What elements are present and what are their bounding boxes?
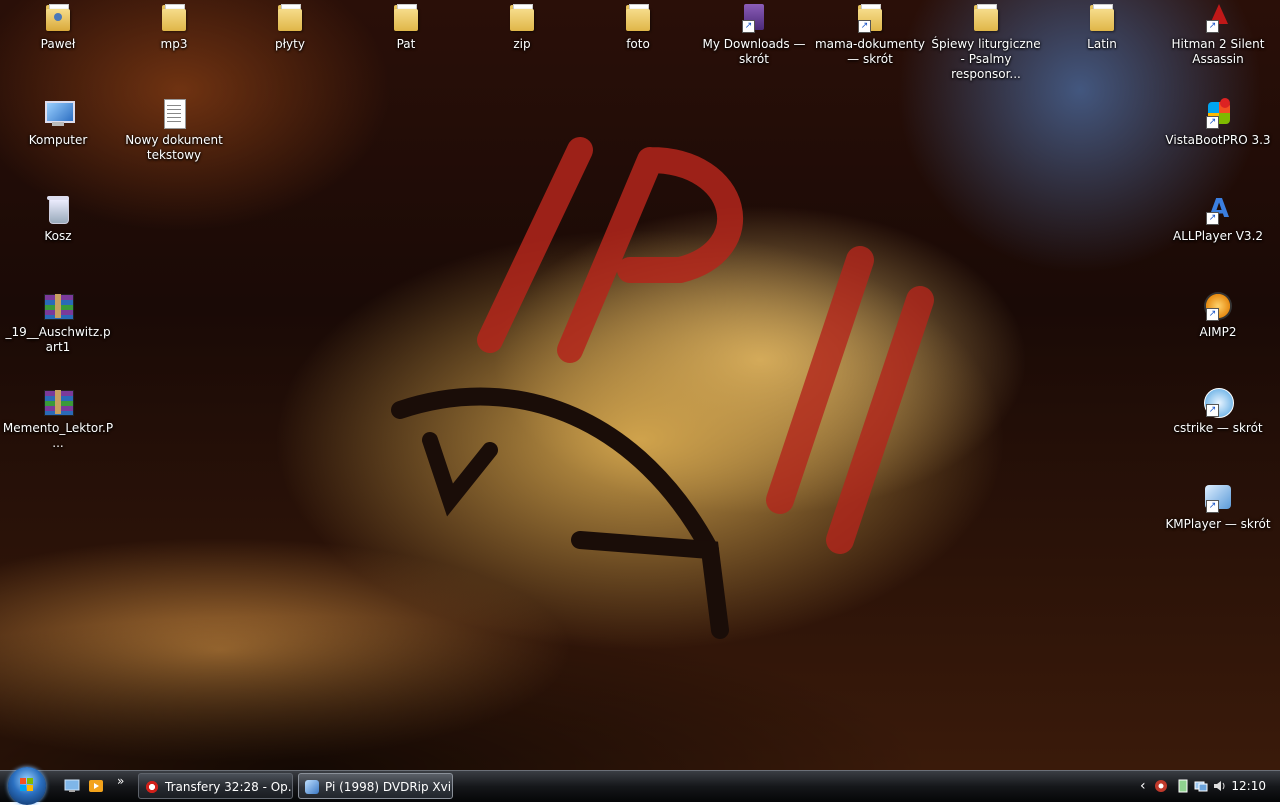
quicklaunch-overflow-chevron[interactable]: » <box>117 774 124 788</box>
task-button-transfers[interactable]: Transfery 32:28 - Op... <box>138 773 293 799</box>
desktop-icon-label: Memento_Lektor.P... <box>2 421 114 450</box>
windows-logo-icon <box>20 778 33 791</box>
desktop-icon-label: mp3 <box>160 37 188 51</box>
shortcut-arrow-icon: ↗ <box>858 20 871 33</box>
shortcut-arrow-icon: ↗ <box>1206 308 1219 321</box>
desktop-icon-label: Latin <box>1087 37 1117 51</box>
desktop-icon[interactable]: Nowy dokument tekstowy <box>118 98 230 163</box>
desktop-icon-label: Nowy dokument tekstowy <box>125 133 223 162</box>
desktop-icon-label: VistaBootPRO 3.3 <box>1165 133 1271 147</box>
desktop-icon[interactable]: zip <box>466 2 578 52</box>
desktop-icon-label: płyty <box>275 37 305 51</box>
desktop-icon-label: Paweł <box>40 37 76 51</box>
shortcut-arrow-icon: ↗ <box>1206 116 1219 129</box>
opera-icon <box>145 780 159 794</box>
show-desktop-icon[interactable] <box>64 779 80 793</box>
desktop-icon[interactable]: Śpiewy liturgiczne - Psalmy responsor... <box>930 2 1042 82</box>
cstrike-shortcut-icon: ↗ <box>1202 386 1234 418</box>
desktop-icon[interactable]: ↗ KMPlayer — skrót <box>1162 482 1274 532</box>
text-document-icon <box>158 98 190 130</box>
shortcut-arrow-icon: ↗ <box>742 20 755 33</box>
desktop-icon[interactable]: Kosz <box>2 194 114 244</box>
desktop-icon[interactable]: foto <box>582 2 694 52</box>
security-tray-icon[interactable] <box>1154 779 1168 793</box>
volume-tray-icon[interactable] <box>1212 779 1226 793</box>
desktop-icon[interactable]: Paweł <box>2 2 114 52</box>
desktop-icon[interactable]: _19__Auschwitz.part1 <box>2 290 114 355</box>
tray-expand-chevron[interactable]: ‹ <box>1140 778 1146 794</box>
shortcut-arrow-icon: ↗ <box>1206 500 1219 513</box>
desktop-icon[interactable]: Latin <box>1046 2 1158 52</box>
desktop-icon[interactable]: Pat <box>350 2 462 52</box>
desktop-icon-label: KMPlayer — skrót <box>1165 517 1271 531</box>
desktop-icon-label: _19__Auschwitz.part1 <box>5 325 111 354</box>
folder-icon <box>274 2 306 34</box>
folder-icon <box>622 2 654 34</box>
kmplayer-shortcut-icon: ↗ <box>1202 482 1234 514</box>
task-button-label: Pi (1998) DVDRip Xvi... <box>325 780 453 794</box>
folder-icon <box>506 2 538 34</box>
desktop-icon-label: My Downloads — skrót <box>702 37 806 66</box>
system-tray: ‹ 12:10 <box>1130 771 1280 802</box>
aimp-shortcut-icon: ↗ <box>1202 290 1234 322</box>
desktop-icon-label: Pat <box>396 37 416 51</box>
hitman-shortcut-icon: ↗ <box>1202 2 1234 34</box>
desktop-icon-label: Śpiewy liturgiczne - Psalmy responsor... <box>931 37 1041 81</box>
downloads-shortcut-icon: ↗ <box>738 2 770 34</box>
desktop-icon[interactable]: płyty <box>234 2 346 52</box>
user-folder-icon <box>42 2 74 34</box>
network-tray-icon[interactable] <box>1194 779 1208 793</box>
shortcut-arrow-icon: ↗ <box>1206 20 1219 33</box>
desktop-icon[interactable]: mp3 <box>118 2 230 52</box>
desktop-icon[interactable]: Komputer <box>2 98 114 148</box>
desktop-icon[interactable]: Memento_Lektor.P... <box>2 386 114 451</box>
folder-icon <box>158 2 190 34</box>
task-button-label: Transfery 32:28 - Op... <box>165 780 293 794</box>
folder-shortcut-icon: ↗ <box>854 2 886 34</box>
folder-icon <box>970 2 1002 34</box>
desktop-icon-label: Kosz <box>44 229 72 243</box>
desktop-icon[interactable]: ↗ mama-dokumenty — skrót <box>814 2 926 67</box>
folder-icon <box>1086 2 1118 34</box>
shortcut-arrow-icon: ↗ <box>1206 404 1219 417</box>
desktop-icon-label: AIMP2 <box>1199 325 1237 339</box>
shortcut-arrow-icon: ↗ <box>1206 212 1219 225</box>
desktop-icon[interactable]: ↗ Hitman 2 Silent Assassin <box>1162 2 1274 67</box>
recycle-bin-icon <box>42 194 74 226</box>
desktop-icon-label: ALLPlayer V3.2 <box>1172 229 1264 243</box>
desktop-icon[interactable]: ↗ VistaBootPRO 3.3 <box>1162 98 1274 148</box>
desktop-icon-label: cstrike — skrót <box>1173 421 1263 435</box>
desktop-icon-label: mama-dokumenty — skrót <box>814 37 926 66</box>
desktop-icon-label: Hitman 2 Silent Assassin <box>1171 37 1265 66</box>
media-player-quicklaunch-icon[interactable] <box>88 779 104 793</box>
desktop-icon-label: Komputer <box>28 133 88 147</box>
rar-archive-icon <box>42 290 74 322</box>
desktop-icon[interactable]: ↗ AIMP2 <box>1162 290 1274 340</box>
taskbar: » Transfery 32:28 - Op... Pi (1998) DVDR… <box>0 767 1280 805</box>
start-button[interactable] <box>8 767 46 805</box>
folder-icon <box>390 2 422 34</box>
task-button-video[interactable]: Pi (1998) DVDRip Xvi... <box>298 773 453 799</box>
desktop-icon-label: foto <box>626 37 650 51</box>
clock[interactable]: 12:10 <box>1231 771 1266 801</box>
wallpaper-embroidery <box>391 137 934 639</box>
desktop-icon[interactable]: ↗ cstrike — skrót <box>1162 386 1274 436</box>
allplayer-shortcut-icon: A ↗ <box>1202 194 1234 226</box>
rar-archive-icon <box>42 386 74 418</box>
video-player-icon <box>305 780 319 794</box>
device-tray-icon[interactable] <box>1176 779 1190 793</box>
computer-icon <box>42 98 75 130</box>
desktop-icon[interactable]: A ↗ ALLPlayer V3.2 <box>1162 194 1274 244</box>
desktop-icon-label: zip <box>513 37 531 51</box>
desktop-icon[interactable]: ↗ My Downloads — skrót <box>698 2 810 67</box>
vistaboot-shortcut-icon: ↗ <box>1202 98 1234 130</box>
